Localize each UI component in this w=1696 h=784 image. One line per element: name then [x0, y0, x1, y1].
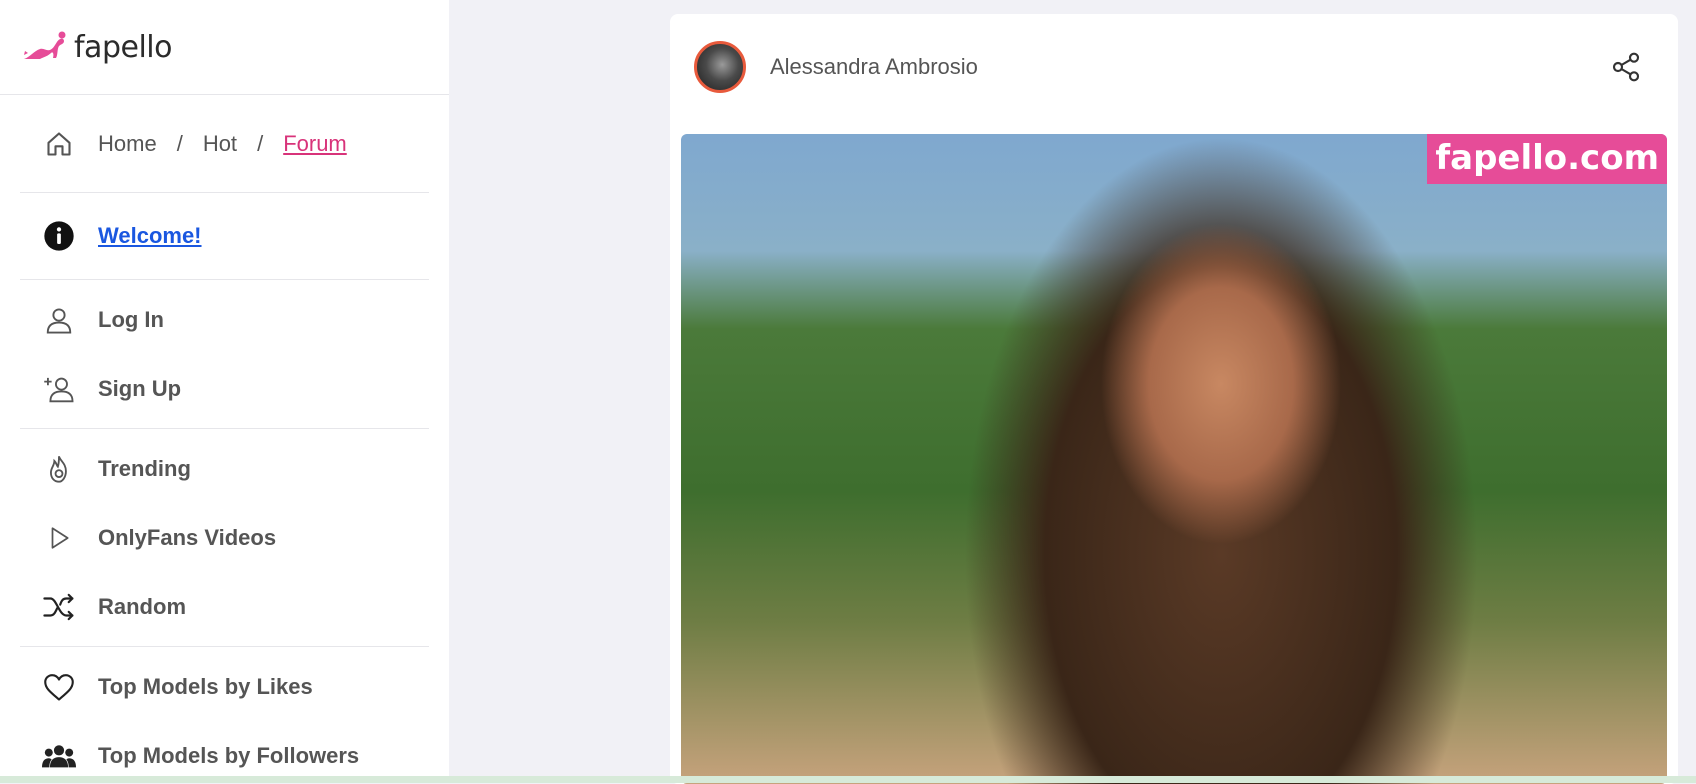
author-name[interactable]: Alessandra Ambrosio: [770, 54, 1606, 80]
user-icon: [42, 303, 76, 337]
browse-section: Trending OnlyFans Videos Random: [20, 429, 429, 647]
user-plus-icon: [42, 372, 76, 406]
breadcrumb-home[interactable]: Home: [98, 131, 157, 157]
breadcrumb: Home / Hot / Forum: [20, 95, 429, 192]
random-label: Random: [98, 593, 186, 619]
breadcrumb-separator: /: [176, 130, 183, 156]
welcome-section: Welcome!: [20, 193, 429, 280]
fire-icon: [42, 452, 76, 486]
signup-link[interactable]: Sign Up: [20, 354, 429, 423]
top-models-followers-link[interactable]: Top Models by Followers: [20, 721, 429, 776]
play-icon: [42, 521, 76, 555]
avatar[interactable]: [694, 40, 746, 93]
random-link[interactable]: Random: [20, 572, 429, 641]
sidebar: fapello Home / Hot / Forum Welcome! Log …: [0, 0, 449, 776]
onlyfans-videos-label: OnlyFans Videos: [98, 524, 277, 550]
users-icon: [42, 739, 76, 773]
signup-label: Sign Up: [98, 375, 182, 401]
welcome-row: Welcome!: [20, 193, 429, 279]
heart-icon: [42, 670, 76, 704]
watermark: fapello.com: [1427, 134, 1667, 184]
breadcrumb-forum[interactable]: Forum: [283, 131, 347, 157]
share-button[interactable]: [1606, 47, 1646, 87]
trending-link[interactable]: Trending: [20, 434, 429, 503]
brand-logo-icon: [24, 31, 66, 59]
post-header: Alessandra Ambrosio: [670, 14, 1678, 119]
welcome-link[interactable]: Welcome!: [98, 223, 202, 249]
breadcrumb-hot[interactable]: Hot: [203, 131, 237, 157]
top-models-likes-label: Top Models by Likes: [98, 673, 313, 699]
post-card: Alessandra Ambrosio fapello.com: [670, 14, 1678, 784]
rankings-section: Top Models by Likes Top Models by Follow…: [20, 647, 429, 776]
onlyfans-videos-link[interactable]: OnlyFans Videos: [20, 503, 429, 572]
login-link[interactable]: Log In: [20, 285, 429, 354]
breadcrumb-section: Home / Hot / Forum: [20, 95, 429, 193]
info-icon: [42, 219, 76, 253]
post-photo[interactable]: fapello.com: [681, 134, 1667, 784]
account-section: Log In Sign Up: [20, 280, 429, 429]
bottom-strip: [0, 776, 1696, 783]
top-models-likes-link[interactable]: Top Models by Likes: [20, 652, 429, 721]
share-icon: [1612, 52, 1640, 81]
shuffle-icon: [42, 590, 76, 624]
top-models-followers-label: Top Models by Followers: [98, 742, 360, 768]
breadcrumb-separator: /: [257, 130, 264, 156]
login-label: Log In: [98, 306, 164, 332]
trending-label: Trending: [98, 455, 191, 481]
logo[interactable]: fapello: [0, 0, 449, 95]
brand-name: fapello: [74, 29, 172, 65]
home-icon[interactable]: [42, 127, 76, 161]
